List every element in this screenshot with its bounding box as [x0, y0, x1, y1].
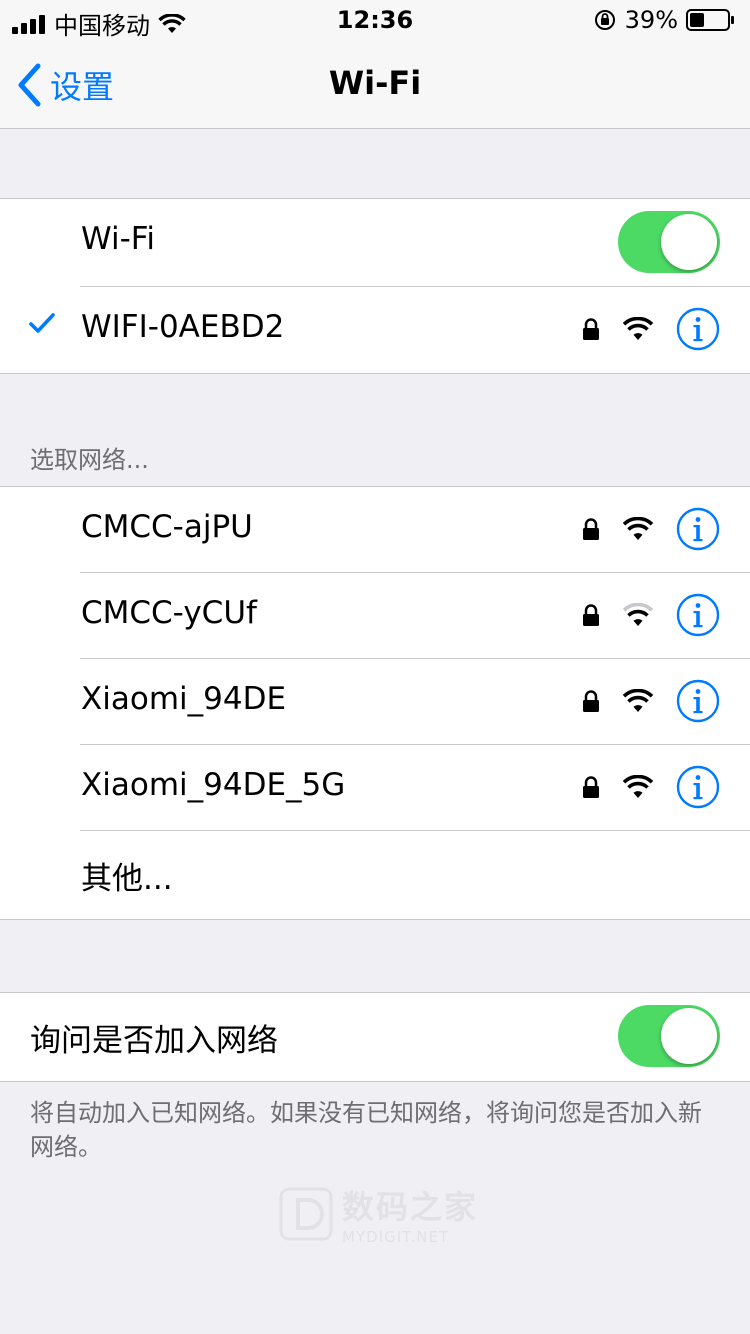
watermark-subtitle: MYDIGIT.NET	[342, 1228, 450, 1246]
wifi-group: Wi-Fi WIFI-0AEBD2	[0, 198, 750, 374]
other-network-row[interactable]: 其他...	[0, 831, 750, 919]
network-name: CMCC-yCUf	[81, 595, 257, 631]
section-header-choose-network: 选取网络...	[30, 446, 149, 474]
network-row[interactable]: CMCC-ajPU	[0, 487, 750, 573]
network-row[interactable]: CMCC-yCUf	[0, 573, 750, 659]
network-icons	[582, 679, 720, 723]
info-icon[interactable]	[676, 765, 720, 809]
ask-join-note: 将自动加入已知网络。如果没有已知网络，将询问您是否加入新网络。	[30, 1099, 702, 1161]
info-icon[interactable]	[676, 679, 720, 723]
checkmark-icon	[29, 313, 55, 333]
lock-icon	[583, 518, 599, 540]
network-icons	[582, 507, 720, 551]
connected-network-row[interactable]: WIFI-0AEBD2	[0, 287, 750, 373]
networks-group: CMCC-ajPU CMCC-yCUf Xiaomi_94DE Xiaomi_9…	[0, 486, 750, 920]
ask-join-group: 询问是否加入网络	[0, 992, 750, 1082]
network-row[interactable]: Xiaomi_94DE	[0, 659, 750, 745]
page-title: Wi-Fi	[328, 64, 422, 102]
lock-icon	[583, 604, 599, 626]
wifi-toggle-row: Wi-Fi	[0, 199, 750, 287]
wifi-toggle[interactable]	[618, 211, 720, 273]
status-bar: 中国移动 12:36 39%	[0, 0, 750, 40]
wifi-signal-icon	[622, 517, 654, 540]
ask-join-label: 询问是否加入网络	[30, 1023, 278, 1059]
network-name: Xiaomi_94DE_5G	[81, 767, 346, 803]
wifi-signal-weak-icon	[622, 603, 654, 626]
toggle-knob	[661, 1008, 717, 1064]
wifi-signal-icon	[622, 689, 654, 712]
network-name: CMCC-ajPU	[81, 509, 253, 545]
info-icon[interactable]	[676, 593, 720, 637]
wifi-toggle-label: Wi-Fi	[81, 221, 155, 257]
network-row[interactable]: Xiaomi_94DE_5G	[0, 745, 750, 831]
status-right: 39%	[593, 6, 736, 34]
toggle-knob	[661, 214, 717, 270]
watermark-logo-icon	[279, 1187, 333, 1241]
wifi-signal-icon	[622, 775, 654, 798]
lock-icon	[583, 690, 599, 712]
orientation-lock-icon	[594, 10, 615, 30]
navigation-bar: 设置 Wi-Fi	[0, 40, 750, 129]
battery-icon	[686, 9, 734, 31]
watermark-text: 数码之家 MYDIGIT.NET	[342, 1182, 478, 1246]
watermark-title: 数码之家	[342, 1188, 479, 1226]
ask-join-toggle[interactable]	[618, 1005, 720, 1067]
other-network-label: 其他...	[81, 861, 173, 897]
network-name: Xiaomi_94DE	[81, 681, 287, 717]
network-icons	[582, 593, 720, 637]
info-icon[interactable]	[676, 507, 720, 551]
battery-percent: 39%	[624, 6, 678, 34]
connected-network-name: WIFI-0AEBD2	[81, 309, 285, 345]
wifi-signal-icon	[622, 317, 654, 340]
ask-join-row: 询问是否加入网络	[0, 993, 750, 1081]
watermark: 数码之家 MYDIGIT.NET	[278, 1182, 478, 1246]
network-icons	[582, 307, 720, 351]
network-icons	[582, 765, 720, 809]
lock-icon	[583, 776, 599, 798]
lock-icon	[583, 318, 599, 340]
info-icon[interactable]	[676, 307, 720, 351]
